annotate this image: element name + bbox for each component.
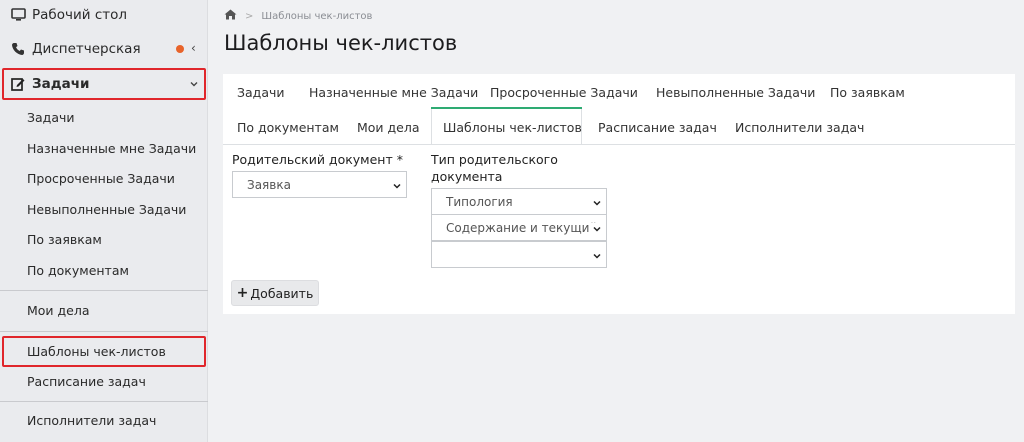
sidebar-subitem-by-documents[interactable]: По документам	[27, 263, 129, 278]
tabs-underline	[223, 144, 1015, 145]
sidebar-subitem-checklist-templates[interactable]: Шаблоны чек-листов	[27, 344, 166, 359]
sidebar-divider	[0, 331, 208, 332]
select-value: Типология	[446, 194, 513, 209]
tab-unfinished[interactable]: Невыполненные Задачи	[656, 85, 815, 100]
sidebar-subitem-tasks[interactable]: Задачи	[27, 110, 75, 125]
tab-executors[interactable]: Исполнители задач	[735, 120, 864, 135]
phone-icon	[9, 41, 27, 57]
tab-tasks[interactable]: Задачи	[237, 85, 285, 100]
parent-type-label-line2: документа	[431, 169, 503, 184]
sidebar-subitem-schedule[interactable]: Расписание задач	[27, 374, 146, 389]
sidebar-subitem-assigned[interactable]: Назначенные мне Задачи	[27, 141, 196, 156]
breadcrumb: > Шаблоны чек-листов	[224, 9, 372, 23]
breadcrumb-separator: >	[245, 10, 254, 22]
parent-type-select-1[interactable]: Типология	[431, 188, 607, 215]
chevron-left-icon[interactable]: ‹	[191, 41, 196, 55]
content-card: Задачи Назначенные мне Задачи Просроченн…	[223, 74, 1015, 314]
tab-schedule[interactable]: Расписание задач	[598, 120, 717, 135]
chevron-down-icon[interactable]	[189, 77, 199, 93]
add-button[interactable]: + Добавить	[231, 280, 319, 306]
home-icon[interactable]	[224, 9, 237, 23]
tab-by-documents[interactable]: По документам	[237, 120, 339, 135]
sidebar-subitem-my-affairs[interactable]: Мои дела	[27, 303, 90, 318]
sidebar-subitem-unfinished[interactable]: Невыполненные Задачи	[27, 202, 186, 217]
plus-icon: +	[236, 285, 249, 301]
tab-assigned[interactable]: Назначенные мне Задачи	[309, 85, 478, 100]
sidebar: Рабочий стол Диспетчерская ‹ Задачи Зада…	[0, 0, 208, 442]
tab-my-affairs[interactable]: Мои дела	[357, 120, 420, 135]
breadcrumb-current: Шаблоны чек-листов	[261, 10, 373, 22]
page-title: Шаблоны чек-листов	[224, 31, 458, 55]
sidebar-item-label: Задачи	[32, 76, 90, 92]
sidebar-item-dispatch[interactable]: Диспетчерская ‹	[0, 34, 208, 64]
tab-overdue[interactable]: Просроченные Задачи	[490, 85, 638, 100]
edit-icon	[9, 76, 27, 92]
chevron-down-icon	[592, 250, 602, 264]
sidebar-subitem-executors[interactable]: Исполнители задач	[27, 413, 156, 428]
monitor-icon	[9, 7, 27, 23]
chevron-down-icon	[392, 180, 402, 194]
parent-doc-label: Родительский документ *	[232, 152, 403, 167]
active-tab-indicator	[431, 107, 582, 109]
parent-type-select-2[interactable]: Содержание и текущий	[431, 214, 607, 241]
sidebar-item-desktop[interactable]: Рабочий стол	[0, 0, 208, 30]
add-button-label: Добавить	[250, 285, 314, 301]
sidebar-item-tasks[interactable]: Задачи	[0, 69, 208, 99]
chevron-down-icon	[592, 197, 602, 211]
parent-type-label-line1: Тип родительского	[431, 152, 558, 167]
parent-type-select-3[interactable]	[431, 241, 607, 268]
select-value: Заявка	[247, 177, 291, 192]
tab-checklist-templates[interactable]: Шаблоны чек-листов	[443, 120, 582, 135]
sidebar-divider	[0, 401, 208, 402]
select-value: Содержание и текущий	[446, 220, 598, 235]
chevron-down-icon	[590, 223, 602, 237]
sidebar-subitem-overdue[interactable]: Просроченные Задачи	[27, 171, 175, 186]
notification-dot	[176, 45, 184, 53]
parent-type-label: Тип родительского документа	[431, 151, 558, 185]
sidebar-divider	[0, 290, 208, 291]
sidebar-item-label: Диспетчерская	[32, 41, 141, 57]
tab-by-requests[interactable]: По заявкам	[830, 85, 905, 100]
parent-doc-select[interactable]: Заявка	[232, 171, 407, 198]
sidebar-subitem-by-requests[interactable]: По заявкам	[27, 232, 102, 247]
sidebar-item-label: Рабочий стол	[32, 7, 127, 23]
